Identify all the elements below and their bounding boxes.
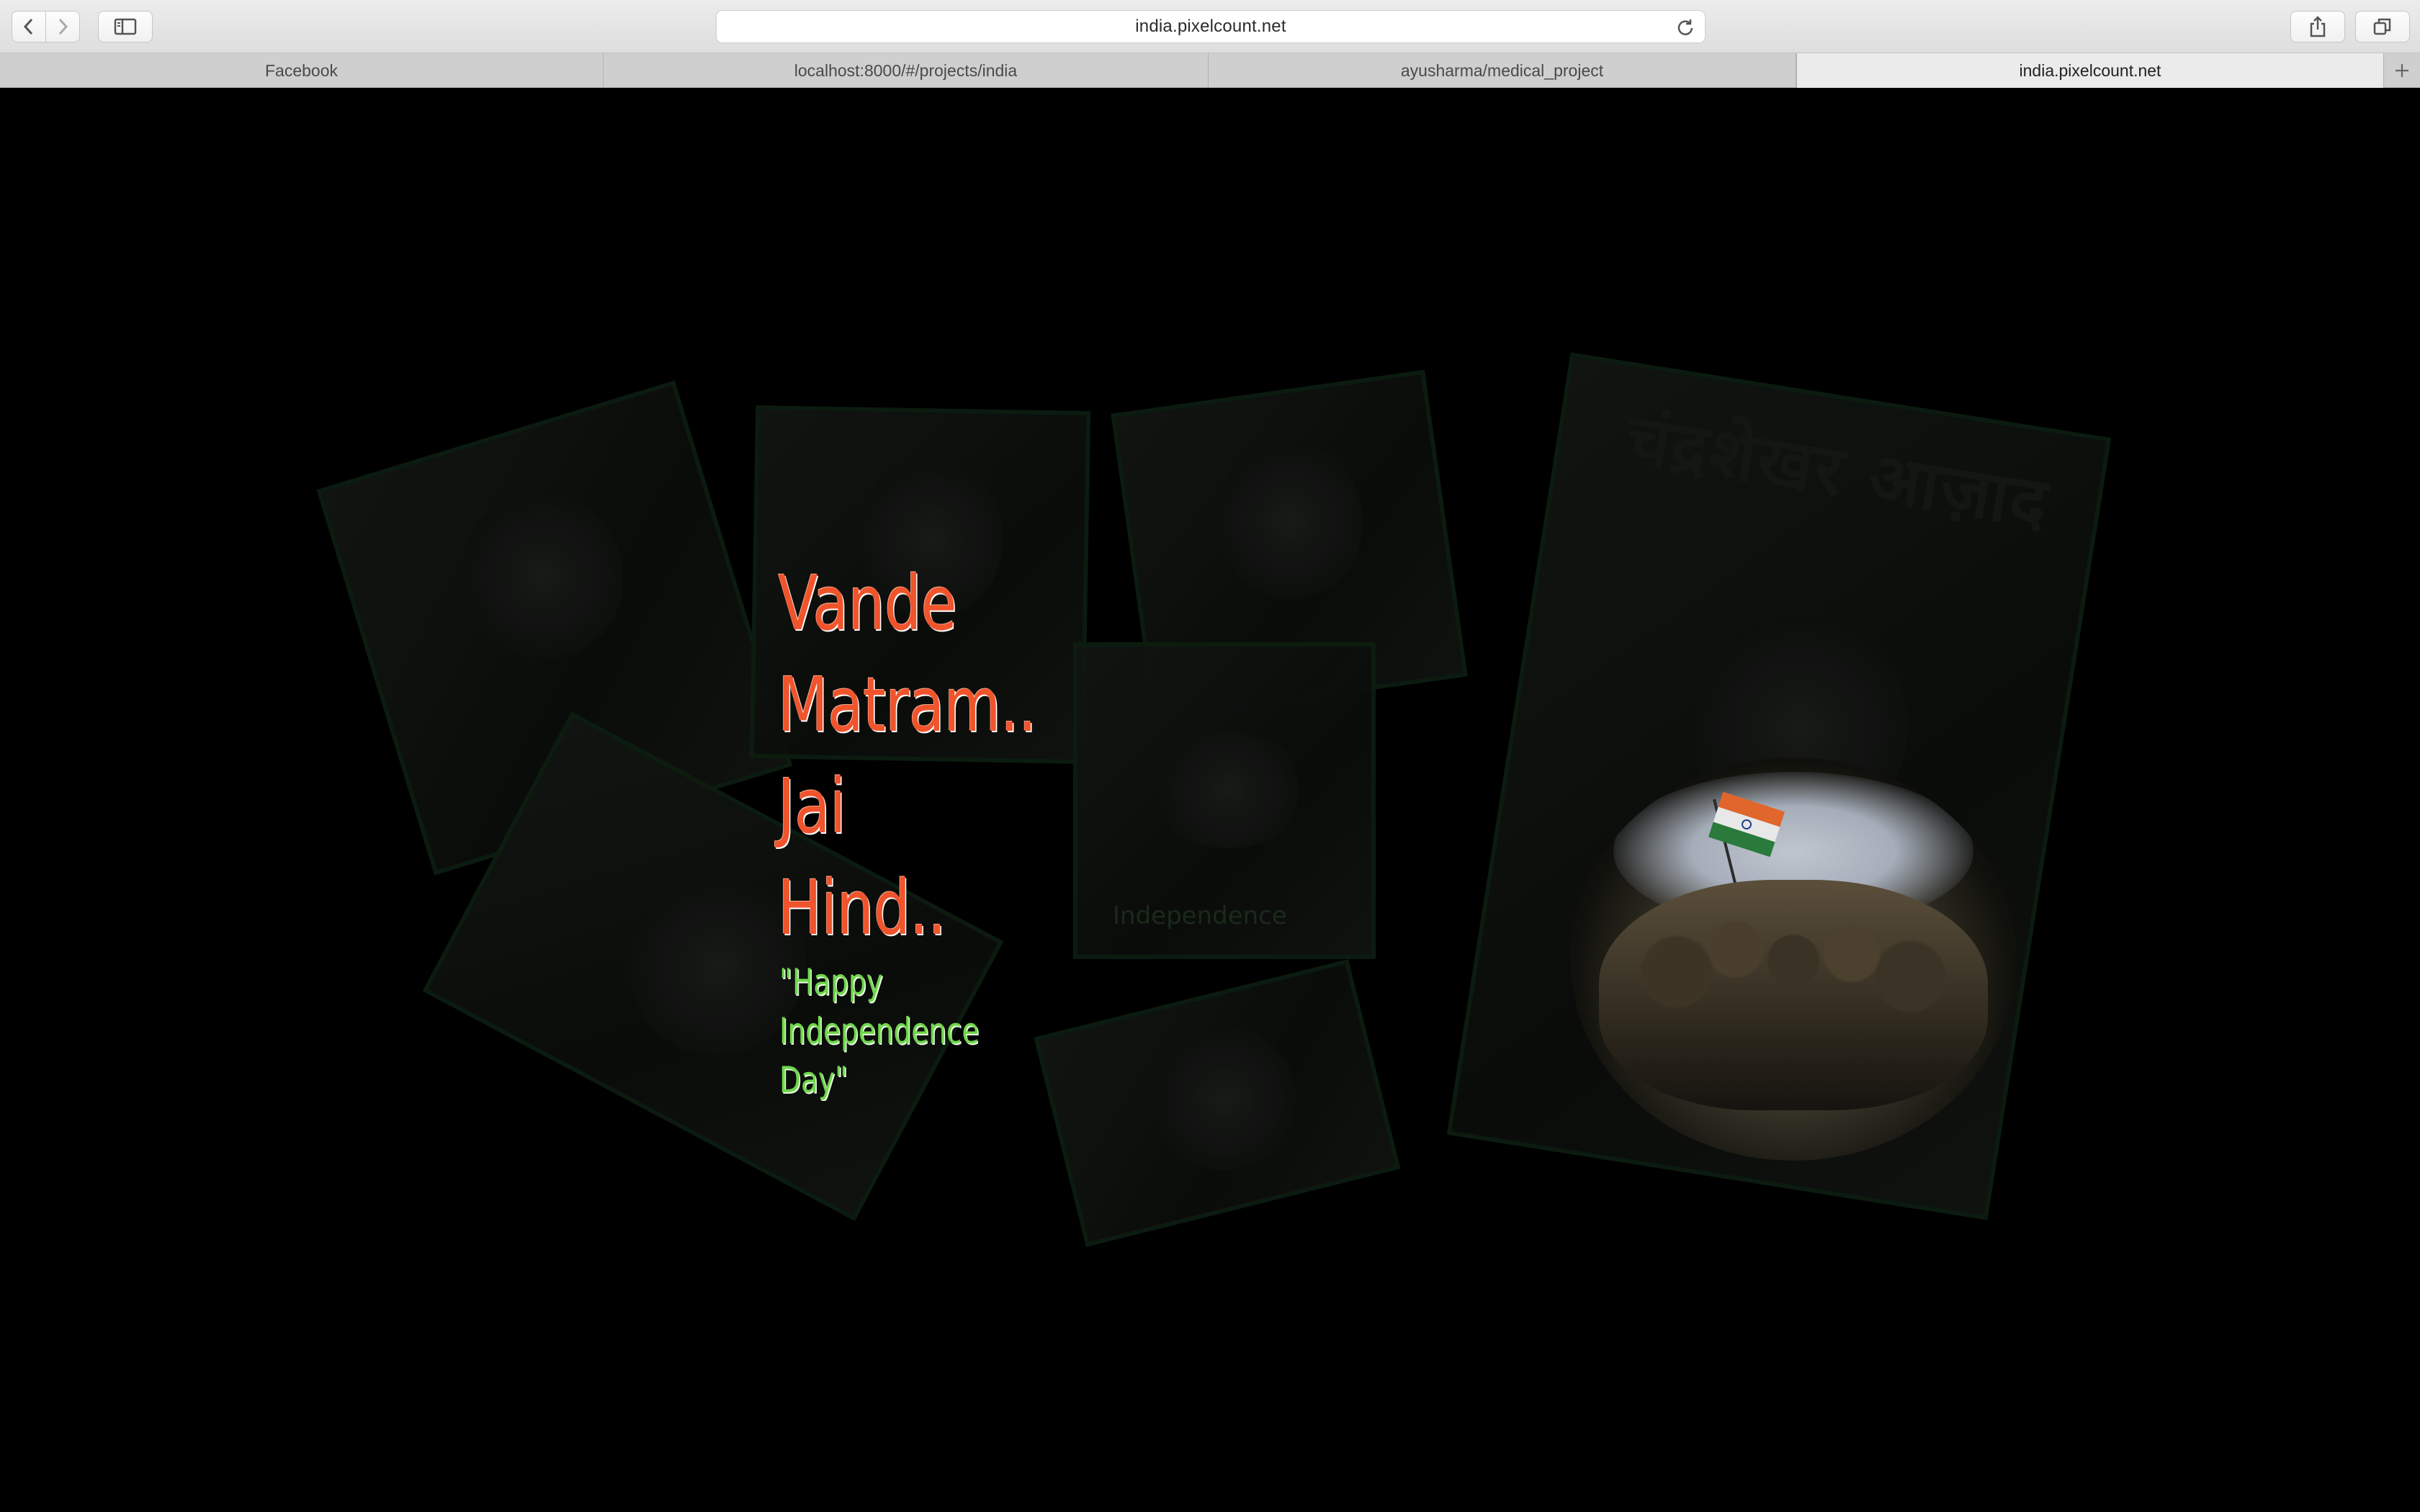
greeting-line-3: Day" (779, 1059, 848, 1101)
forward-icon (58, 18, 68, 35)
tab-india-pixelcount[interactable]: india.pixelcount.net (1796, 53, 2384, 88)
forward-button[interactable] (45, 11, 80, 42)
slogan-line-2: Matram.. (778, 661, 1037, 749)
slogan-text: Vande Matram.. Jai Hind.. (778, 553, 1059, 959)
greeting-text: "Happy Independence Day" (779, 958, 1016, 1104)
web-page: चंद्रशेखर आज़ाद Independence Vande Matra… (0, 88, 2420, 1512)
new-tab-button[interactable] (2384, 53, 2420, 88)
back-button[interactable] (12, 11, 46, 42)
tabs-overview-button[interactable] (2355, 11, 2410, 42)
reload-icon[interactable] (1676, 18, 1695, 37)
sidebar-icon (114, 18, 137, 35)
browser-toolbar: india.pixelcount.net (0, 0, 2420, 53)
share-button[interactable] (2290, 11, 2345, 42)
background-photo-collage: चंद्रशेखर आज़ाद Independence (0, 88, 2420, 1512)
poster-devanagari-title: चंद्रशेखर आज़ाद (1621, 397, 2055, 544)
soldiers-with-flag-photo (1570, 757, 2017, 1161)
tab-localhost-projects-india[interactable]: localhost:8000/#/projects/india (604, 53, 1209, 88)
back-icon (23, 18, 33, 35)
greeting-line-2: Independence (779, 1010, 980, 1052)
tab-medical-project[interactable]: ayusharma/medical_project (1209, 53, 1796, 88)
tab-bar: Facebook localhost:8000/#/projects/india… (0, 53, 2420, 88)
sidebar-button[interactable] (98, 11, 153, 42)
collage-photo-bottom-center (1034, 959, 1401, 1247)
slogan-line-4: Hind.. (778, 864, 946, 952)
tabs-overview-icon (2373, 18, 2391, 35)
address-url: india.pixelcount.net (1135, 17, 1286, 36)
greeting-line-1: "Happy (779, 961, 883, 1003)
tab-facebook[interactable]: Facebook (0, 53, 604, 88)
slogan-line-1: Vande (778, 559, 957, 647)
share-icon (2310, 16, 2326, 37)
address-bar[interactable]: india.pixelcount.net (716, 10, 1706, 43)
background-faint-label: Independence (1113, 901, 1287, 930)
new-tab-icon (2396, 64, 2408, 77)
slogan-line-3: Jai (778, 762, 846, 850)
soldiers-group (1599, 880, 1988, 1110)
